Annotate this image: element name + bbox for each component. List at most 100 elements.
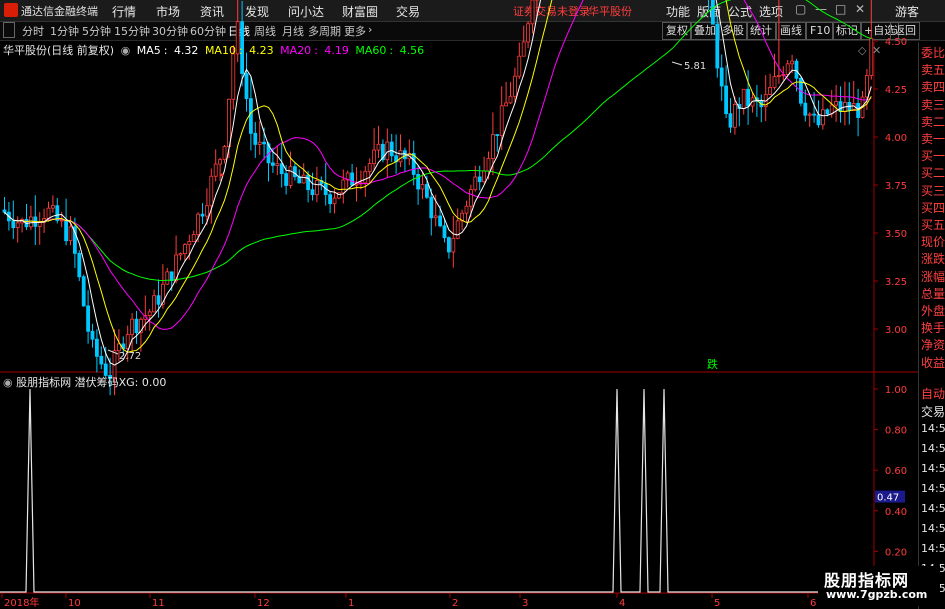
xg-signal-line xyxy=(0,388,874,593)
candle-body xyxy=(306,174,311,191)
candle-body xyxy=(746,88,750,107)
high-label: 5.81 xyxy=(684,61,706,72)
candle-body xyxy=(825,109,830,115)
candle-body xyxy=(785,63,790,75)
candle-body xyxy=(134,318,139,334)
trade-label[interactable]: 交易 xyxy=(921,403,945,420)
quote-label: 卖五 xyxy=(921,63,945,78)
chart-close-icon[interactable]: ✕ xyxy=(872,44,881,57)
candle-body xyxy=(169,271,174,282)
ma20-name: MA20 xyxy=(280,44,312,57)
quote-label: 换手 xyxy=(921,321,945,336)
indicator-name: 股朋指标网 xyxy=(16,376,72,389)
low-label: 2.72 xyxy=(119,351,141,362)
candle-body xyxy=(733,104,737,128)
candle-body xyxy=(711,0,715,25)
candle-body xyxy=(724,85,728,115)
quote-label: 卖三 xyxy=(921,97,945,112)
candle-body xyxy=(477,176,482,183)
candle-body xyxy=(424,184,429,198)
candle-body xyxy=(182,244,187,255)
ma60-name: MA60 xyxy=(355,44,387,57)
ma10-name: MA10 xyxy=(204,44,236,57)
candle-body xyxy=(257,141,262,145)
signal-dot xyxy=(220,173,224,177)
y-tick-label: 3.75 xyxy=(885,181,907,192)
candle-body xyxy=(130,318,135,336)
x-tick-label: 11 xyxy=(152,598,165,609)
candle-body xyxy=(812,113,816,116)
candle-body xyxy=(816,114,821,126)
candle-body xyxy=(77,252,82,278)
candle-body xyxy=(288,166,293,186)
x-tick-label: 6 xyxy=(810,598,816,609)
indicator-settings-icon[interactable]: ◉ xyxy=(3,376,13,389)
quote-label: 买五 xyxy=(921,218,945,232)
candle-body xyxy=(51,205,55,209)
candle-body xyxy=(37,221,42,227)
candle-body xyxy=(99,355,104,365)
candle-body xyxy=(499,105,504,136)
quote-label: 买一 xyxy=(921,149,945,164)
candle-body xyxy=(90,330,95,340)
candle-body xyxy=(279,163,284,175)
candle-body xyxy=(865,75,869,98)
tick-time: 14:56 xyxy=(921,442,945,455)
candle-body xyxy=(187,241,192,246)
candle-body xyxy=(156,295,161,305)
candle-body xyxy=(200,213,205,217)
candle-body xyxy=(367,163,372,172)
sub-y-tick-label: 0.80 xyxy=(885,426,907,437)
ma5-name: MA5 xyxy=(136,44,161,57)
indicator-formula: 潜伏筹码XG: 0.00 xyxy=(74,376,167,389)
diamond-icon[interactable]: ◇ xyxy=(858,44,866,57)
x-tick-label: 1 xyxy=(348,598,354,609)
x-tick-label: 2018年 xyxy=(4,596,39,609)
candle-body xyxy=(790,60,794,65)
candle-body xyxy=(372,149,377,164)
quote-label: 净资 xyxy=(921,338,945,353)
y-tick-label: 4.00 xyxy=(885,133,907,144)
quote-label: 卖一 xyxy=(921,132,945,146)
candle-body xyxy=(504,102,509,107)
candle-body xyxy=(341,179,346,194)
quote-label: 收益 xyxy=(921,355,945,370)
candle-body xyxy=(284,173,289,186)
candle-body xyxy=(117,343,121,352)
candle-body xyxy=(530,0,535,25)
candle-body xyxy=(521,41,526,57)
candle-body xyxy=(275,163,280,166)
watermark-url: www.7gpzb.com xyxy=(826,588,928,601)
candle-body xyxy=(389,141,394,157)
signal-marker: 跌 xyxy=(707,357,718,371)
sub-y-tick-label: 1.00 xyxy=(885,385,907,396)
current-value-label: 0.47 xyxy=(877,493,899,504)
candle-body xyxy=(301,174,306,184)
ma20-value: 4.19 xyxy=(324,44,349,57)
candle-body xyxy=(310,189,315,196)
candle-body xyxy=(490,134,495,159)
candle-body xyxy=(376,143,381,151)
quote-label: 卖四 xyxy=(921,80,945,95)
quote-label: 买三 xyxy=(921,183,945,198)
candle-body xyxy=(59,219,64,222)
ma10-value: 4.23 xyxy=(249,44,274,57)
candle-body xyxy=(420,184,425,190)
auto-label[interactable]: 自动 xyxy=(921,385,945,402)
tick-time: 14:56 xyxy=(921,542,945,555)
candle-body xyxy=(2,209,7,213)
y-tick-label: 3.25 xyxy=(885,277,907,288)
y-tick-label: 4.25 xyxy=(885,85,907,96)
candle-body xyxy=(464,205,469,214)
candle-body xyxy=(433,215,438,219)
candle-body xyxy=(398,150,403,163)
candle-body xyxy=(253,132,258,145)
candle-body xyxy=(385,141,390,161)
stock-label: 华平股份(日线 前复权) xyxy=(3,44,115,57)
candle-body xyxy=(513,75,517,97)
candle-body xyxy=(719,67,724,87)
settings-dot-icon[interactable]: ◉ xyxy=(121,44,131,57)
candle-body xyxy=(204,205,209,217)
y-tick-label: 3.50 xyxy=(885,229,907,240)
kline-chart[interactable]: 5.505.255.004.754.504.254.003.753.503.25… xyxy=(0,0,945,609)
